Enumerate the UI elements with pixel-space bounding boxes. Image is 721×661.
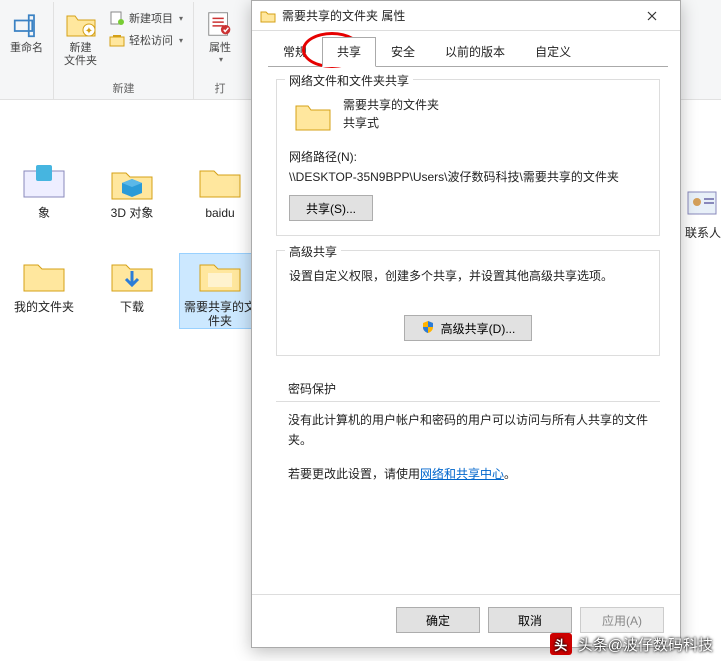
properties-dialog: 需要共享的文件夹 属性 常规 共享 安全 以前的版本 自定义 网络文件和文件夹共…: [251, 0, 681, 648]
ribbon-group-new-label: 新建: [113, 78, 135, 99]
network-path: \\DESKTOP-35N9BPP\Users\波仔数码科技\需要共享的文件夹: [289, 168, 647, 185]
folder-icon: [293, 96, 333, 136]
dialog-title: 需要共享的文件夹 属性: [282, 7, 632, 24]
rename-label: 重命名: [10, 42, 43, 55]
3d-objects-icon: [108, 160, 156, 202]
tab-general[interactable]: 常规: [268, 37, 322, 67]
easy-access-button[interactable]: 轻松访问▾: [105, 30, 187, 50]
tab-security[interactable]: 安全: [376, 37, 430, 67]
folder-item[interactable]: baidu: [180, 160, 260, 234]
folder-icon: [20, 160, 68, 202]
new-folder-button[interactable]: ✦ 新建 文件夹: [60, 6, 101, 70]
folder-icon: [196, 254, 244, 296]
chevron-down-icon: ▾: [179, 36, 183, 45]
advanced-sharing-desc: 设置自定义权限，创建多个共享，并设置其他高级共享选项。: [289, 267, 647, 285]
folder-item[interactable]: 下载: [92, 254, 172, 328]
shield-icon: [421, 320, 435, 337]
downloads-icon: [108, 254, 156, 296]
ribbon-group-open-label: 打: [215, 78, 226, 99]
apply-button[interactable]: 应用(A): [580, 607, 664, 633]
tab-sharing[interactable]: 共享: [322, 37, 376, 67]
new-item-icon: [109, 10, 125, 26]
ribbon-group-organize: 重命名: [0, 2, 54, 99]
network-sharing-center-link[interactable]: 网络和共享中心: [420, 467, 504, 481]
properties-button[interactable]: 属性 ▾: [200, 6, 240, 66]
tab-customize[interactable]: 自定义: [520, 37, 586, 67]
new-folder-icon: ✦: [65, 8, 97, 40]
password-desc-2: 若要更改此设置，请使用网络和共享中心。: [288, 464, 648, 484]
share-button[interactable]: 共享(S)...: [289, 195, 373, 221]
folder-icon: [196, 160, 244, 202]
folder-item-selected[interactable]: 需要共享的文件夹: [180, 254, 260, 328]
new-folder-label: 新建 文件夹: [64, 42, 97, 68]
watermark: 头 头条@波仔数码科技: [550, 633, 713, 655]
rename-button[interactable]: 重命名: [6, 6, 47, 57]
ribbon-group-open: 属性 ▾ 打: [194, 2, 246, 99]
cancel-button[interactable]: 取消: [488, 607, 572, 633]
folder-item[interactable]: 象: [4, 160, 84, 234]
chevron-down-icon: ▾: [219, 55, 223, 64]
folder-item[interactable]: 3D 对象: [92, 160, 172, 234]
dialog-body: 网络文件和文件夹共享 需要共享的文件夹 共享式 网络路径(N): \\DESKT…: [252, 67, 680, 484]
chevron-down-icon: ▾: [179, 14, 183, 23]
properties-label: 属性: [209, 42, 231, 55]
password-desc: 没有此计算机的用户帐户和密码的用户可以访问与所有人共享的文件夹。: [288, 410, 648, 450]
network-path-label: 网络路径(N):: [289, 148, 647, 165]
section-advanced-sharing: 高级共享 设置自定义权限，创建多个共享，并设置其他高级共享选项。 高级共享(D)…: [276, 250, 660, 356]
contacts-item[interactable]: 联系人: [685, 188, 721, 241]
rename-icon: [11, 8, 43, 40]
folder-item[interactable]: 我的文件夹: [4, 254, 84, 328]
advanced-sharing-button[interactable]: 高级共享(D)...: [404, 315, 533, 341]
watermark-badge-icon: 头: [550, 633, 572, 655]
shared-folder-name: 需要共享的文件夹: [343, 96, 439, 114]
svg-text:✦: ✦: [84, 26, 92, 37]
watermark-text: 头条@波仔数码科技: [578, 634, 713, 655]
new-item-button[interactable]: 新建项目▾: [105, 8, 187, 28]
ok-button[interactable]: 确定: [396, 607, 480, 633]
shared-state: 共享式: [343, 114, 439, 132]
tab-previous-versions[interactable]: 以前的版本: [430, 37, 520, 67]
ribbon-group-new: ✦ 新建 文件夹 新建项目▾ 轻松访问▾ 新建: [54, 2, 194, 99]
section-network-sharing: 网络文件和文件夹共享 需要共享的文件夹 共享式 网络路径(N): \\DESKT…: [276, 79, 660, 236]
contacts-icon: [686, 188, 720, 222]
dialog-titlebar: 需要共享的文件夹 属性: [252, 1, 680, 31]
folder-icon: [260, 8, 276, 24]
section-password-protection: 密码保护 没有此计算机的用户帐户和密码的用户可以访问与所有人共享的文件夹。 若要…: [276, 370, 660, 484]
close-button[interactable]: [632, 2, 672, 30]
properties-icon: [204, 8, 236, 40]
close-icon: [647, 11, 657, 21]
folder-icon: [20, 254, 68, 296]
easy-access-icon: [109, 32, 125, 48]
dialog-tabs: 常规 共享 安全 以前的版本 自定义: [252, 31, 680, 67]
